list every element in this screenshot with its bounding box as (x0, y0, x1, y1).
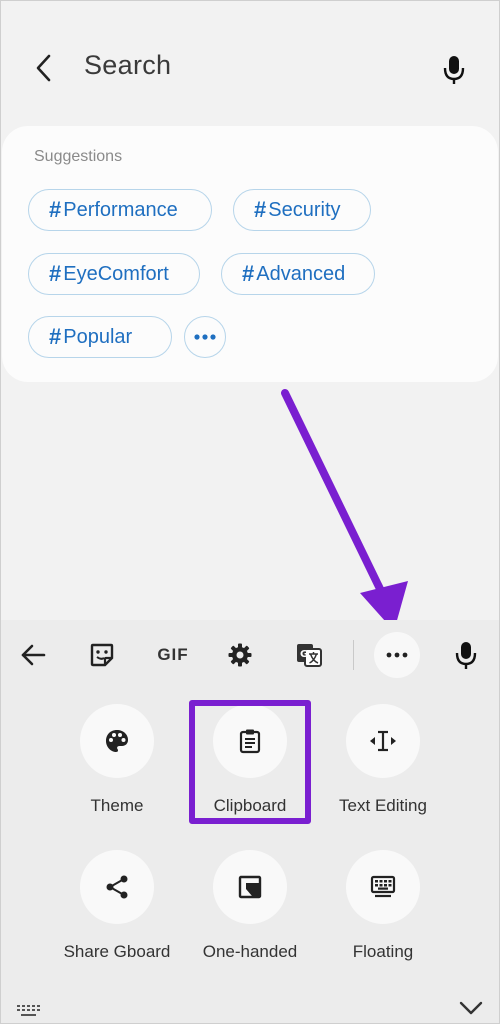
search-header: Search (0, 0, 500, 130)
keyboard-panel: GIF G Theme Clipboard Text Editing Share… (0, 620, 500, 1024)
keyboard-icon (17, 1005, 40, 1016)
mic-icon (443, 56, 465, 84)
palette-icon (106, 730, 128, 752)
sticker-button[interactable] (81, 634, 123, 676)
suggestions-card: Suggestions # Performance # Security # EyeC… (2, 126, 498, 382)
more-horizontal-icon (194, 334, 216, 340)
more-options-button[interactable] (374, 632, 420, 678)
toolbar-divider (353, 640, 354, 670)
chevron-left-icon (36, 54, 51, 82)
gif-button[interactable]: GIF (150, 634, 196, 676)
floating-option[interactable]: Floating (313, 850, 453, 962)
back-button[interactable] (24, 46, 64, 90)
chip-security[interactable]: # Security (233, 189, 371, 231)
chip-performance[interactable]: # Performance (28, 189, 212, 231)
share-icon (106, 875, 128, 899)
translate-icon: G (297, 644, 322, 667)
clipboard-icon (239, 729, 261, 754)
gif-label: GIF (157, 645, 189, 664)
mic-icon (455, 642, 477, 669)
share-circle (80, 850, 154, 924)
voice-search-button[interactable] (434, 48, 474, 92)
floating-keyboard-icon (370, 875, 396, 898)
text-cursor-icon (370, 730, 396, 752)
clipboard-option[interactable]: Clipboard (180, 704, 320, 816)
one-handed-icon (238, 875, 262, 899)
keyboard-toolbar: GIF G (0, 620, 500, 690)
arrow-left-icon (21, 644, 46, 666)
chip-popular[interactable]: # Popular (28, 316, 172, 358)
chip-advanced[interactable]: # Advanced (221, 253, 375, 295)
text-editing-option[interactable]: Text Editing (313, 704, 453, 816)
theme-circle (80, 704, 154, 778)
gear-icon (228, 643, 252, 667)
keyboard-back-button[interactable] (12, 634, 54, 676)
settings-button[interactable] (219, 634, 261, 676)
hide-keyboard-button[interactable] (456, 996, 486, 1020)
more-horizontal-icon (386, 652, 408, 658)
keyboard-mic-button[interactable] (445, 634, 487, 676)
page-title: Search (84, 50, 172, 80)
share-gboard-option[interactable]: Share Gboard (47, 850, 187, 962)
suggestions-label: Suggestions (34, 148, 123, 165)
more-suggestions-button[interactable] (184, 316, 226, 358)
svg-text:G: G (300, 649, 308, 660)
theme-option[interactable]: Theme (47, 704, 187, 816)
floating-circle (346, 850, 420, 924)
switch-keyboard-button[interactable] (14, 1002, 44, 1020)
annotation-arrow (281, 389, 408, 631)
chip-eyecomfort[interactable]: # EyeComfort (28, 253, 200, 295)
chevron-down-icon (459, 1001, 483, 1015)
text-editing-circle (346, 704, 420, 778)
clipboard-circle (213, 704, 287, 778)
one-handed-circle (213, 850, 287, 924)
sticker-icon (90, 643, 114, 667)
one-handed-option[interactable]: One-handed (180, 850, 320, 962)
translate-button[interactable]: G (288, 634, 330, 676)
